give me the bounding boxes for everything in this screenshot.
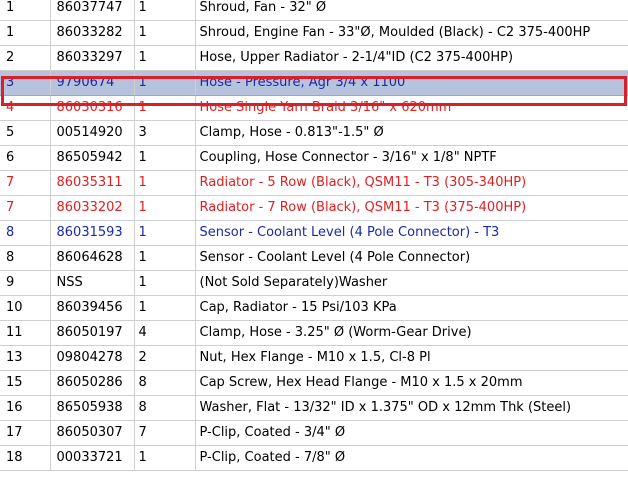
part-number-cell: 00514920	[50, 120, 135, 146]
ref-number-cell: 13	[0, 345, 51, 371]
parts-list-table: 1 86037747 1 Shroud, Fan - 32" Ø 1 86033282 1 S…	[0, 0, 628, 471]
quantity-cell: 1	[134, 195, 196, 221]
ref-number-cell: 15	[0, 370, 51, 396]
parts-row[interactable]: 7 86035311 1 Radiator - 5 Row (Black), QSM1…	[0, 170, 628, 196]
ref-number-cell: 16	[0, 395, 51, 421]
parts-row[interactable]: 13 09804278 2 Nut, Hex Flange - M10 x 1.5, …	[0, 345, 628, 371]
parts-row[interactable]: 7 86033202 1 Radiator - 7 Row (Black), QSM1…	[0, 195, 628, 221]
ref-number-cell: 17	[0, 420, 51, 446]
ref-number-cell: 7	[0, 170, 51, 196]
parts-row[interactable]: 3 9790674 1 Hose - Pressure, Agr 3/4 x 1100	[0, 69, 628, 96]
parts-row[interactable]: 15 86050286 8 Cap Screw, Hex Head Flange - …	[0, 370, 628, 396]
part-number-cell: 86035311	[50, 170, 135, 196]
description-cell: Cap Screw, Hex Head Flange - M10 x 1.5 x…	[195, 370, 628, 396]
ref-number-cell: 1	[0, 0, 51, 21]
parts-row[interactable]: 18 00033721 1 P-Clip, Coated - 7/8" Ø	[0, 445, 628, 471]
description-cell: Clamp, Hose - 0.813"-1.5" Ø	[195, 120, 628, 146]
parts-row[interactable]: 6 86505942 1 Coupling, Hose Connector - 3/1…	[0, 145, 628, 171]
ref-number-cell: 11	[0, 320, 51, 346]
quantity-cell: 1	[134, 245, 196, 271]
description-cell: Radiator - 5 Row (Black), QSM11 - T3 (30…	[195, 170, 628, 196]
parts-row[interactable]: 17 86050307 7 P-Clip, Coated - 3/4" Ø	[0, 420, 628, 446]
part-number-cell: 09804278	[50, 345, 135, 371]
description-cell: Washer, Flat - 13/32" ID x 1.375" OD x 1…	[195, 395, 628, 421]
description-cell: Hose, Upper Radiator - 2-1/4"ID (C2 375-…	[195, 45, 628, 71]
description-cell: (Not Sold Separately)Washer	[195, 270, 628, 296]
parts-row[interactable]: 8 86031593 1 Sensor - Coolant Level (4 Pole…	[0, 220, 628, 246]
part-number-cell: 86030316	[50, 95, 135, 121]
part-number-cell: NSS	[50, 270, 135, 296]
ref-number-cell: 8	[0, 245, 51, 271]
part-number-cell: 86039456	[50, 295, 135, 321]
quantity-cell: 7	[134, 420, 196, 446]
ref-number-cell: 4	[0, 95, 51, 121]
description-cell: Radiator - 7 Row (Black), QSM11 - T3 (37…	[195, 195, 628, 221]
quantity-cell: 1	[134, 0, 196, 21]
quantity-cell: 1	[134, 270, 196, 296]
part-number-cell: 9790674	[50, 69, 135, 96]
ref-number-cell: 8	[0, 220, 51, 246]
parts-row[interactable]: 16 86505938 8 Washer, Flat - 13/32" ID x 1.…	[0, 395, 628, 421]
parts-row[interactable]: 9 NSS 1 (Not Sold Separately)Washer	[0, 270, 628, 296]
ref-number-cell: 6	[0, 145, 51, 171]
parts-row[interactable]: 10 86039456 1 Cap, Radiator - 15 Psi/103 KP…	[0, 295, 628, 321]
part-number-cell: 86050307	[50, 420, 135, 446]
parts-row[interactable]: 1 86037747 1 Shroud, Fan - 32" Ø	[0, 0, 628, 21]
parts-list-body: 1 86037747 1 Shroud, Fan - 32" Ø 1 86033282 1 S…	[0, 0, 628, 471]
description-cell: Sensor - Coolant Level (4 Pole Connector…	[195, 245, 628, 271]
ref-number-cell: 9	[0, 270, 51, 296]
ref-number-cell: 5	[0, 120, 51, 146]
quantity-cell: 1	[134, 145, 196, 171]
description-cell: Clamp, Hose - 3.25" Ø (Worm-Gear Drive)	[195, 320, 628, 346]
description-cell: Hose - Pressure, Agr 3/4 x 1100	[195, 69, 628, 96]
ref-number-cell: 2	[0, 45, 51, 71]
quantity-cell: 8	[134, 395, 196, 421]
part-number-cell: 86064628	[50, 245, 135, 271]
quantity-cell: 3	[134, 120, 196, 146]
part-number-cell: 86505942	[50, 145, 135, 171]
quantity-cell: 4	[134, 320, 196, 346]
description-cell: Shroud, Fan - 32" Ø	[195, 0, 628, 21]
quantity-cell: 1	[134, 170, 196, 196]
parts-row[interactable]: 4 86030316 1 Hose Single Yarn Braid 3/16" x…	[0, 95, 628, 121]
part-number-cell: 00033721	[50, 445, 135, 471]
quantity-cell: 8	[134, 370, 196, 396]
quantity-cell: 1	[134, 69, 196, 96]
ref-number-cell: 18	[0, 445, 51, 471]
part-number-cell: 86037747	[50, 0, 135, 21]
quantity-cell: 2	[134, 345, 196, 371]
description-cell: Hose Single Yarn Braid 3/16" x 620mm	[195, 95, 628, 121]
part-number-cell: 86050197	[50, 320, 135, 346]
ref-number-cell: 7	[0, 195, 51, 221]
ref-number-cell: 1	[0, 20, 51, 46]
description-cell: Cap, Radiator - 15 Psi/103 KPa	[195, 295, 628, 321]
part-number-cell: 86033202	[50, 195, 135, 221]
part-number-cell: 86050286	[50, 370, 135, 396]
ref-number-cell: 3	[0, 69, 51, 96]
quantity-cell: 1	[134, 95, 196, 121]
description-cell: Shroud, Engine Fan - 33"Ø, Moulded (Blac…	[195, 20, 628, 46]
quantity-cell: 1	[134, 220, 196, 246]
quantity-cell: 1	[134, 45, 196, 71]
part-number-cell: 86505938	[50, 395, 135, 421]
part-number-cell: 86031593	[50, 220, 135, 246]
description-cell: P-Clip, Coated - 3/4" Ø	[195, 420, 628, 446]
parts-row[interactable]: 2 86033297 1 Hose, Upper Radiator - 2-1/4"I…	[0, 45, 628, 71]
parts-row[interactable]: 8 86064628 1 Sensor - Coolant Level (4 Pole…	[0, 245, 628, 271]
ref-number-cell: 10	[0, 295, 51, 321]
part-number-cell: 86033297	[50, 45, 135, 71]
part-number-cell: 86033282	[50, 20, 135, 46]
quantity-cell: 1	[134, 295, 196, 321]
description-cell: Coupling, Hose Connector - 3/16" x 1/8" …	[195, 145, 628, 171]
parts-row[interactable]: 1 86033282 1 Shroud, Engine Fan - 33"Ø, Mou…	[0, 20, 628, 46]
parts-row[interactable]: 5 00514920 3 Clamp, Hose - 0.813"-1.5" Ø	[0, 120, 628, 146]
description-cell: Sensor - Coolant Level (4 Pole Connector…	[195, 220, 628, 246]
description-cell: P-Clip, Coated - 7/8" Ø	[195, 445, 628, 471]
description-cell: Nut, Hex Flange - M10 x 1.5, Cl-8 Pl	[195, 345, 628, 371]
quantity-cell: 1	[134, 445, 196, 471]
quantity-cell: 1	[134, 20, 196, 46]
parts-row[interactable]: 11 86050197 4 Clamp, Hose - 3.25" Ø (Worm-G…	[0, 320, 628, 346]
